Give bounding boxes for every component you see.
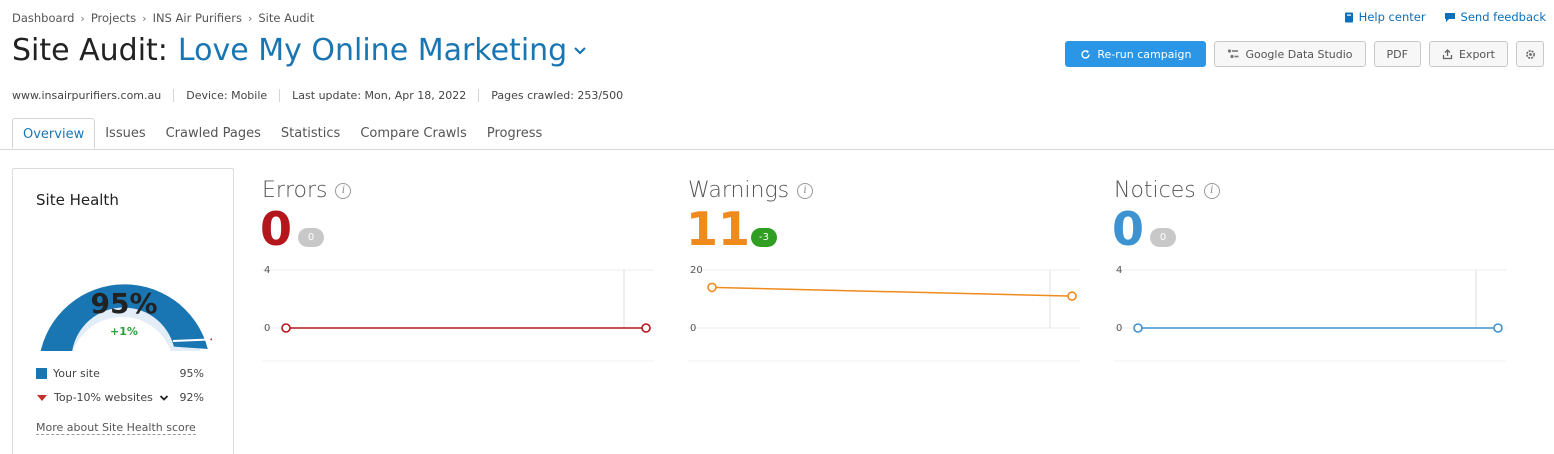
errors-title: Errors	[262, 178, 328, 203]
pdf-label: PDF	[1386, 47, 1408, 61]
errors-delta-badge: 0	[298, 228, 324, 247]
breadcrumb-current: Site Audit	[258, 11, 315, 25]
help-center-label: Help center	[1358, 10, 1426, 24]
series-line	[711, 286, 1073, 297]
tab-overview[interactable]: Overview	[12, 118, 96, 149]
send-feedback-link[interactable]: Send feedback	[1444, 10, 1546, 24]
y-tick-label: 20	[690, 265, 703, 276]
audit-meta: www.insairpurifiers.com.au Device: Mobil…	[12, 89, 635, 102]
top-links: Help center Send feedback	[1344, 10, 1546, 24]
chevron-right-icon: ›	[80, 11, 85, 25]
warnings-widget: Warnings i 11 -3 20 0	[686, 178, 1080, 368]
y-tick-label: 0	[264, 323, 270, 334]
warnings-count[interactable]: 11	[686, 202, 750, 256]
tabs-divider	[0, 149, 1554, 150]
gear-icon	[1525, 49, 1535, 59]
info-icon[interactable]: i	[335, 182, 352, 199]
info-icon[interactable]: i	[1203, 182, 1220, 199]
legend-your-site: Your site 95%	[36, 367, 204, 380]
help-center-link[interactable]: Help center	[1344, 10, 1426, 24]
triangle-marker-icon	[37, 394, 47, 401]
refresh-icon	[1081, 49, 1091, 59]
data-point	[1493, 323, 1503, 333]
google-data-studio-label: Google Data Studio	[1245, 47, 1353, 61]
site-health-card: Site Health 95% +1% Your site 95% Top-10…	[12, 168, 234, 454]
project-selector[interactable]: Love My Online Marketing	[178, 33, 567, 68]
legend-top10: Top-10% websites 92%	[36, 391, 204, 404]
tab-progress[interactable]: Progress	[477, 118, 552, 149]
notices-count[interactable]: 0	[1112, 202, 1144, 256]
rerun-campaign-label: Re-run campaign	[1097, 47, 1192, 61]
chat-bubble-icon	[1444, 12, 1455, 22]
breadcrumb: Dashboard › Projects › INS Air Purifiers…	[12, 11, 314, 25]
last-update-text: Last update: Mon, Apr 18, 2022	[279, 89, 478, 102]
export-label: Export	[1458, 47, 1495, 61]
data-point	[281, 323, 291, 333]
site-health-title: Site Health	[36, 191, 119, 209]
pdf-button[interactable]: PDF	[1373, 41, 1421, 67]
notices-trend-chart: 40	[1114, 265, 1506, 362]
toolbar: Re-run campaign Google Data Studio PDF E…	[1065, 41, 1544, 67]
tab-compare-crawls[interactable]: Compare Crawls	[350, 118, 477, 149]
chevron-right-icon: ›	[247, 11, 253, 25]
page-title-static: Site Audit:	[12, 33, 168, 68]
domain-text: www.insairpurifiers.com.au	[12, 89, 162, 102]
warnings-trend-chart: 20 0	[688, 265, 1080, 362]
data-point	[641, 323, 651, 333]
breadcrumb-projects[interactable]: Projects	[91, 11, 136, 25]
data-point	[1067, 291, 1077, 301]
errors-count[interactable]: 0	[260, 202, 292, 256]
data-point	[1133, 323, 1143, 333]
breadcrumb-dashboard[interactable]: Dashboard	[12, 11, 74, 25]
legend-label: Your site	[53, 367, 100, 380]
your-site-swatch	[36, 368, 47, 379]
tab-bar: Overview Issues Crawled Pages Statistics…	[12, 118, 1554, 149]
site-health-delta: +1%	[110, 325, 138, 338]
page-title: Site Audit: Love My Online Marketing	[12, 33, 587, 68]
data-point	[707, 282, 717, 293]
warnings-delta-badge: -3	[751, 228, 777, 247]
tab-statistics[interactable]: Statistics	[271, 118, 350, 149]
chevron-down-icon[interactable]	[573, 46, 587, 56]
settings-button[interactable]	[1516, 41, 1544, 67]
legend-value: 95%	[179, 367, 204, 380]
breadcrumb-project[interactable]: INS Air Purifiers	[153, 11, 242, 25]
warnings-title: Warnings	[688, 178, 790, 203]
y-tick-label: 4	[264, 265, 270, 276]
notices-delta-badge: 0	[1150, 228, 1176, 247]
chevron-right-icon: ›	[142, 11, 147, 25]
errors-widget: Errors i 0 0 40	[260, 178, 654, 368]
site-health-score: 95%	[90, 287, 158, 320]
tab-crawled-pages[interactable]: Crawled Pages	[156, 118, 271, 149]
info-icon[interactable]: i	[797, 182, 814, 199]
send-feedback-label: Send feedback	[1460, 10, 1546, 24]
pages-crawled-text: Pages crawled: 253/500	[478, 89, 635, 102]
notices-title: Notices	[1114, 178, 1196, 203]
site-health-more-link[interactable]: More about Site Health score	[36, 421, 196, 435]
export-icon	[1442, 48, 1453, 59]
errors-trend-chart: 40	[262, 265, 654, 362]
book-icon	[1344, 12, 1353, 22]
google-data-studio-button[interactable]: Google Data Studio	[1214, 41, 1366, 67]
notices-widget: Notices i 0 0 40	[1112, 178, 1506, 368]
export-button[interactable]: Export	[1428, 41, 1508, 67]
data-studio-icon	[1228, 49, 1239, 59]
y-tick-label: 4	[1116, 265, 1122, 276]
y-tick-label: 0	[690, 323, 696, 334]
tab-issues[interactable]: Issues	[95, 118, 155, 149]
legend-label[interactable]: Top-10% websites	[54, 391, 153, 404]
device-text: Device: Mobile	[173, 89, 279, 102]
chevron-down-icon[interactable]	[159, 394, 169, 402]
rerun-campaign-button[interactable]: Re-run campaign	[1065, 41, 1207, 67]
legend-value: 92%	[179, 391, 204, 404]
y-tick-label: 0	[1116, 323, 1122, 334]
